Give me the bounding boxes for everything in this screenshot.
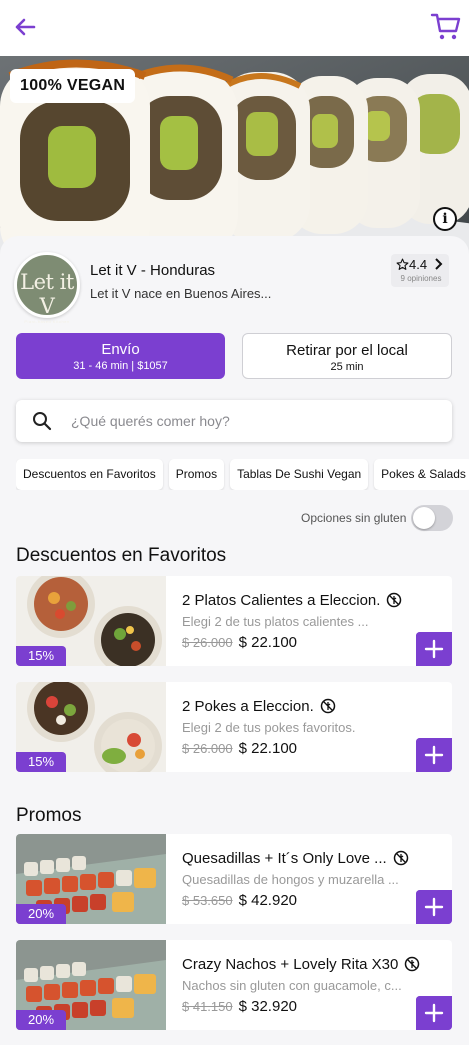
add-to-cart-button[interactable]: [416, 632, 452, 666]
product-card[interactable]: 20% Quesadillas + It´s Only Love ... Que…: [16, 834, 452, 924]
delivery-label: Envío: [101, 341, 140, 358]
shopping-cart-icon[interactable]: [430, 10, 462, 42]
product-prices: $ 53.650 $ 42.920: [182, 892, 297, 910]
logo-subtext: Plant-based Kitchen: [24, 319, 70, 324]
product-title: Quesadillas + It´s Only Love ...: [182, 850, 387, 867]
add-to-cart-button[interactable]: [416, 996, 452, 1030]
vegan-badge: 100% VEGAN: [10, 69, 136, 103]
product-prices: $ 26.000 $ 22.100: [182, 740, 297, 758]
star-icon: [396, 258, 409, 270]
arrow-left-icon[interactable]: [10, 12, 40, 42]
product-card[interactable]: 15% 2 Pokes a Eleccion. Elegi 2 de tus p…: [16, 682, 452, 772]
chevron-right-icon: [434, 258, 443, 270]
section-title-descuentos: Descuentos en Favoritos: [16, 545, 227, 566]
search-bar[interactable]: [16, 400, 452, 442]
pickup-button[interactable]: Retirar por el local 25 min: [242, 333, 452, 379]
price: $ 42.920: [238, 892, 297, 909]
discount-badge: 20%: [16, 1010, 66, 1030]
discount-badge: 15%: [16, 646, 66, 666]
rating-number: 4.4: [409, 257, 428, 272]
old-price: $ 41.150: [182, 999, 233, 1014]
product-title: 2 Platos Calientes a Eleccion.: [182, 592, 381, 609]
gluten-free-icon: [405, 956, 420, 972]
delivery-detail: 31 - 46 min | $1057: [73, 360, 168, 372]
gluten-free-icon: [387, 592, 402, 608]
pickup-label: Retirar por el local: [286, 342, 408, 359]
product-description: Quesadillas de hongos y muzarella ...: [182, 872, 399, 887]
product-title-row: 2 Pokes a Eleccion.: [182, 698, 336, 715]
discount-badge: 15%: [16, 752, 66, 772]
product-title-row: Crazy Nachos + Lovely Rita X30: [182, 956, 420, 973]
logo-text: Let it V: [20, 270, 74, 318]
rating-value: 4.4: [396, 257, 443, 272]
product-card[interactable]: 20% Crazy Nachos + Lovely Rita X30 Nacho…: [16, 940, 452, 1030]
product-prices: $ 26.000 $ 22.100: [182, 634, 297, 652]
top-bar: [0, 0, 469, 56]
toggle-knob: [413, 507, 435, 529]
store-description[interactable]: Let it V nace en Buenos Aires...: [90, 286, 271, 301]
price: $ 32.920: [238, 998, 297, 1015]
chip-tablas-sushi[interactable]: Tablas De Sushi Vegan: [230, 459, 369, 490]
hero-image: 100% VEGAN i: [0, 56, 469, 256]
old-price: $ 53.650: [182, 893, 233, 908]
product-card[interactable]: 15% 2 Platos Calientes a Eleccion. Elegi…: [16, 576, 452, 666]
add-to-cart-button[interactable]: [416, 738, 452, 772]
gluten-filter-toggle[interactable]: [411, 505, 453, 531]
product-description: Elegi 2 de tus platos calientes ...: [182, 614, 369, 629]
chip-descuentos[interactable]: Descuentos en Favoritos: [16, 459, 163, 490]
old-price: $ 26.000: [182, 635, 233, 650]
product-description: Nachos sin gluten con guacamole, c...: [182, 978, 402, 993]
gluten-filter-label: Opciones sin gluten: [301, 511, 407, 525]
product-title-row: 2 Platos Calientes a Eleccion.: [182, 592, 402, 609]
store-logo: Let it V Plant-based Kitchen: [14, 252, 80, 324]
info-icon[interactable]: i: [433, 207, 457, 231]
old-price: $ 26.000: [182, 741, 233, 756]
chip-pokes-salads[interactable]: Pokes & Salads: [374, 459, 469, 490]
chip-promos[interactable]: Promos: [168, 459, 225, 490]
price: $ 22.100: [238, 634, 297, 651]
category-chips: Descuentos en Favoritos Promos Tablas De S…: [16, 459, 469, 490]
product-title: Crazy Nachos + Lovely Rita X30: [182, 956, 399, 973]
discount-badge: 20%: [16, 904, 66, 924]
add-to-cart-button[interactable]: [416, 890, 452, 924]
reviews-count: 9 opiniones: [400, 274, 442, 283]
store-name: Let it V - Honduras: [90, 262, 216, 279]
search-icon: [33, 412, 52, 431]
section-title-promos: Promos: [16, 805, 82, 826]
delivery-button[interactable]: Envío 31 - 46 min | $1057: [16, 333, 225, 379]
gluten-free-icon: [393, 850, 408, 866]
rating-button[interactable]: 4.4 9 opiniones: [391, 254, 449, 287]
gluten-free-icon: [320, 698, 335, 714]
product-title-row: Quesadillas + It´s Only Love ...: [182, 850, 409, 867]
product-description: Elegi 2 de tus pokes favoritos.: [182, 720, 356, 735]
search-input[interactable]: [71, 408, 431, 434]
product-prices: $ 41.150 $ 32.920: [182, 998, 297, 1016]
product-title: 2 Pokes a Eleccion.: [182, 698, 314, 715]
price: $ 22.100: [238, 740, 297, 757]
pickup-detail: 25 min: [330, 361, 364, 373]
